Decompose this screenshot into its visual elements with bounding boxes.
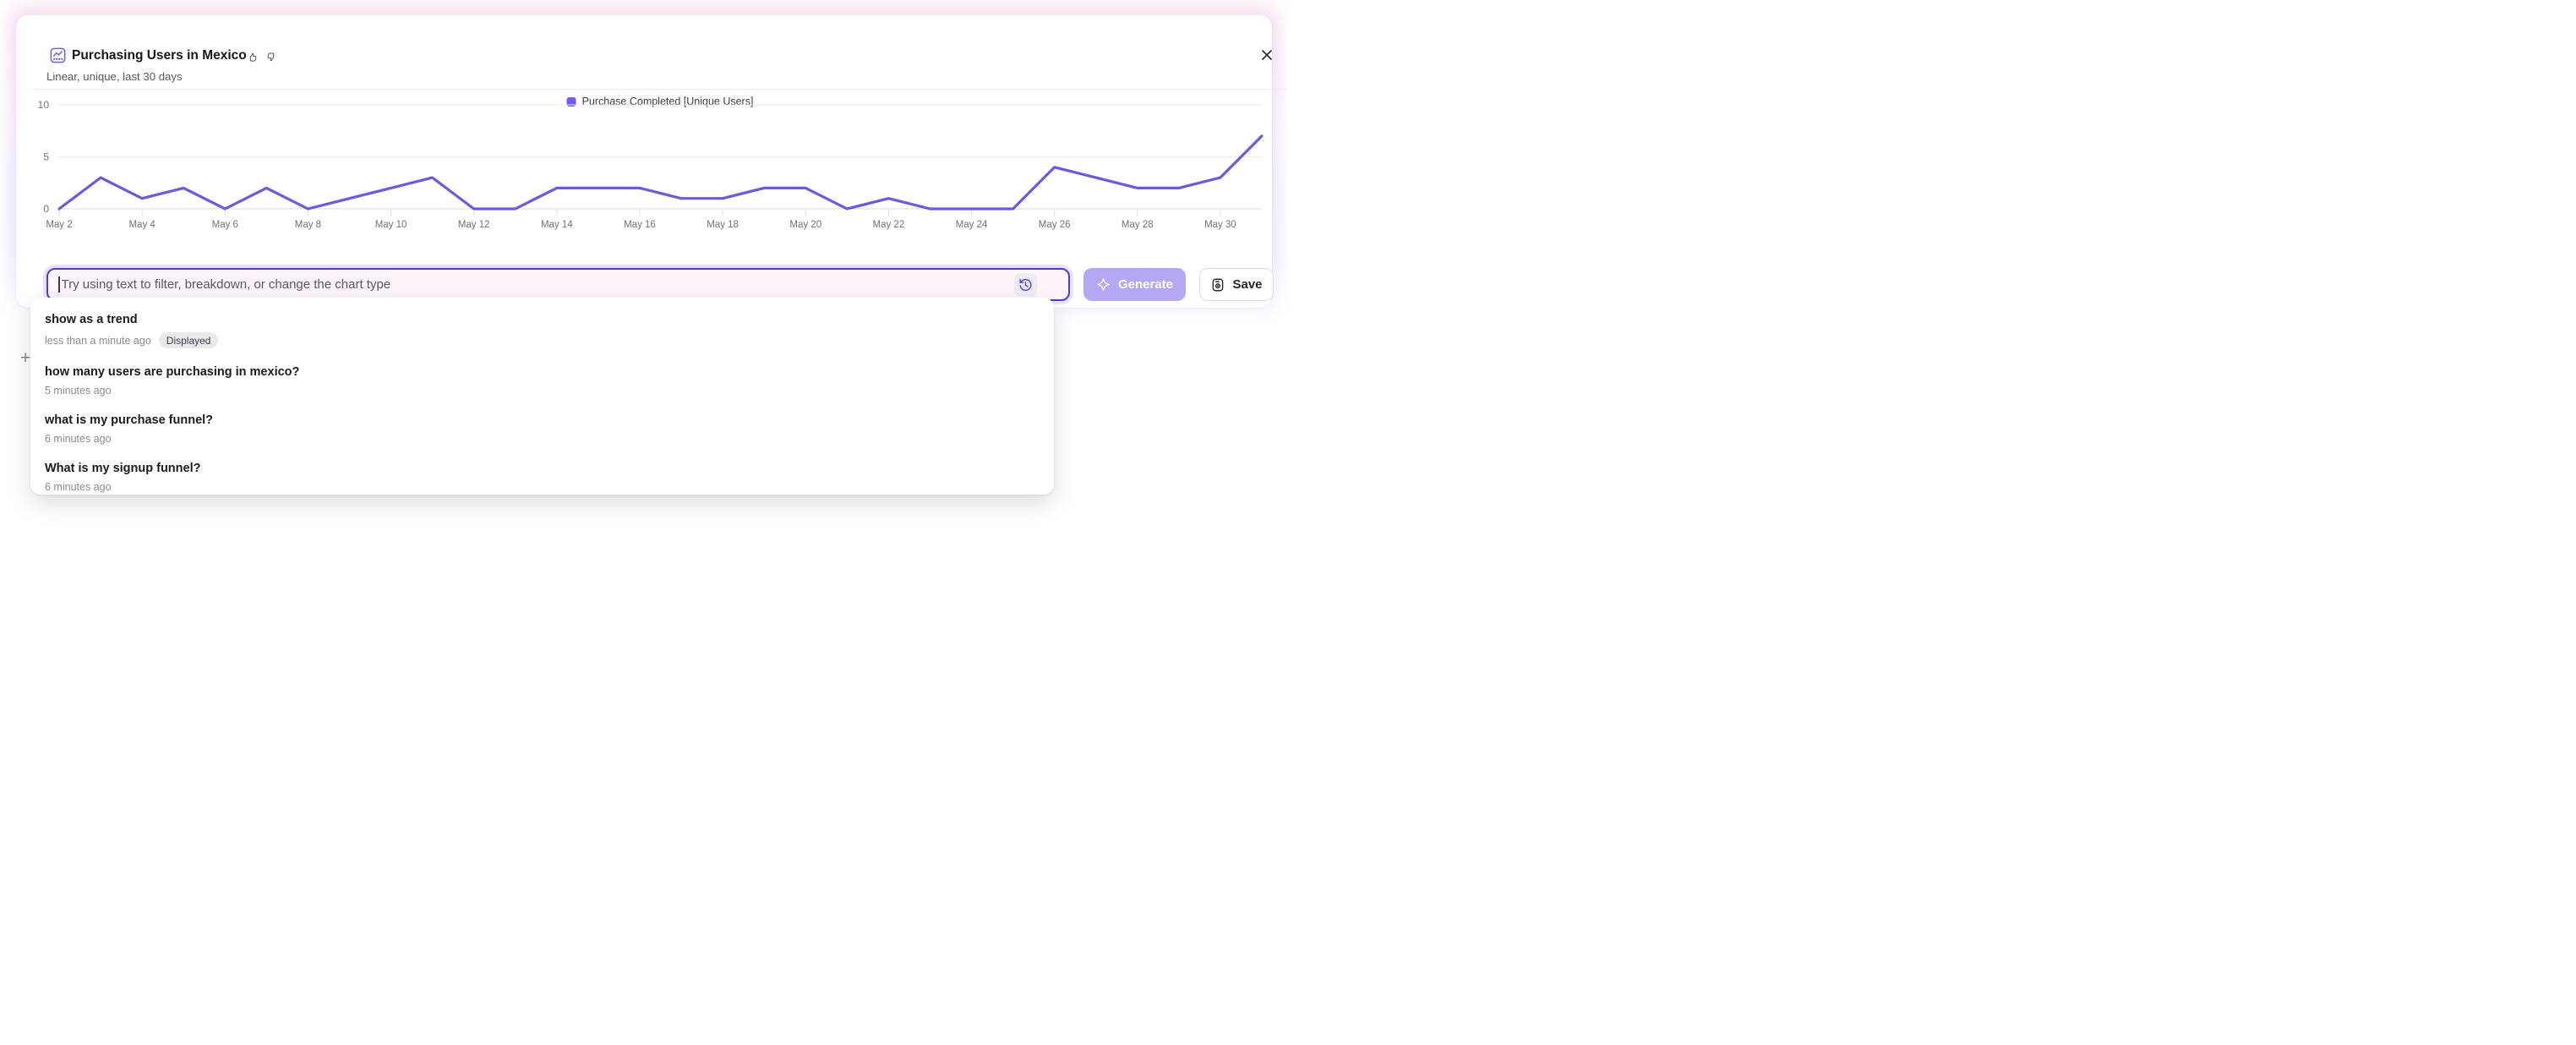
header-divider — [33, 89, 1287, 90]
history-query: what is my purchase funnel? — [45, 413, 1040, 429]
thumbs-down-icon[interactable] — [265, 51, 277, 63]
page: Purchasing Users in Mexico Linear, uniqu… — [0, 0, 1288, 522]
history-time: 6 minutes ago — [45, 481, 112, 493]
text-caret — [58, 276, 60, 293]
card-title: Purchasing Users in Mexico — [72, 48, 247, 63]
legend: Purchase Completed [Unique Users] — [567, 96, 754, 107]
history-icon[interactable] — [1014, 273, 1037, 296]
history-item[interactable]: What is my signup funnel? 6 minutes ago — [30, 452, 1054, 495]
history-dropdown: show as a trend less than a minute ago D… — [30, 298, 1054, 495]
save-button[interactable]: Save — [1199, 268, 1274, 301]
displayed-badge: Displayed — [159, 332, 219, 348]
history-item[interactable]: how many users are purchasing in mexico?… — [30, 356, 1054, 404]
ai-prompt-input[interactable]: Try using text to filter, breakdown, or … — [46, 268, 1070, 301]
generate-label: Generate — [1118, 277, 1173, 292]
history-item[interactable]: what is my purchase funnel? 6 minutes ag… — [30, 404, 1054, 452]
save-label: Save — [1232, 277, 1262, 292]
history-time: less than a minute ago — [45, 335, 151, 347]
line-chart-icon — [49, 47, 67, 64]
close-icon[interactable] — [1258, 47, 1275, 63]
sparkle-icon — [1096, 277, 1111, 292]
history-query: What is my signup funnel? — [45, 461, 1040, 477]
save-icon — [1210, 277, 1225, 293]
generate-button[interactable]: Generate — [1083, 268, 1186, 301]
history-item[interactable]: show as a trend less than a minute ago D… — [30, 304, 1054, 356]
prompt-placeholder: Try using text to filter, breakdown, or … — [62, 277, 1059, 292]
history-time: 6 minutes ago — [45, 433, 112, 445]
chart-subtitle: Linear, unique, last 30 days — [46, 70, 183, 83]
history-query: show as a trend — [45, 312, 1040, 328]
legend-marker — [567, 97, 576, 107]
history-query: how many users are purchasing in mexico? — [45, 364, 1040, 380]
legend-label: Purchase Completed [Unique Users] — [582, 96, 754, 107]
history-time: 5 minutes ago — [45, 385, 112, 397]
thumbs-up-icon[interactable] — [247, 51, 259, 63]
chart-card: Purchasing Users in Mexico Linear, uniqu… — [16, 15, 1272, 308]
